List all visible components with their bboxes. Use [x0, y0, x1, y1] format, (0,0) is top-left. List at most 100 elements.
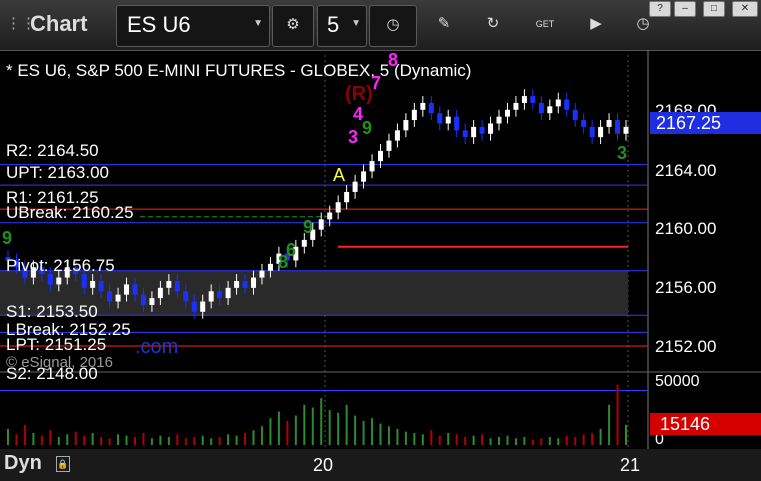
level-label: R2: 2164.50: [6, 141, 99, 160]
candle-body: [98, 280, 104, 292]
candle-body: [191, 301, 197, 312]
candle-body: [225, 287, 231, 299]
interval-selector[interactable]: 5 ▼: [317, 5, 367, 47]
seq-label-magenta: 8: [388, 50, 399, 70]
candle-body: [504, 109, 510, 117]
candle-body: [157, 287, 163, 299]
window-title: Chart: [30, 11, 88, 36]
watermark: © eSignal, 2016: [6, 354, 113, 371]
candle-body: [513, 102, 519, 110]
candle-body: [107, 291, 113, 302]
candle-body: [267, 263, 273, 271]
candle-body: [318, 219, 324, 230]
candle-body: [242, 280, 248, 288]
candle-body: [445, 116, 451, 124]
last-price-marker: 2167.25: [650, 112, 761, 134]
close-button[interactable]: ✕: [732, 1, 758, 17]
candle-body: [81, 274, 87, 288]
clock-icon: ◷: [386, 16, 400, 33]
candle-body: [149, 298, 155, 305]
candle-body: [530, 96, 536, 103]
seq-label-green: 3: [617, 143, 628, 163]
clock-icon[interactable]: ◷: [633, 14, 653, 34]
symbol-selector[interactable]: ES U6 ▼: [116, 5, 270, 47]
candle-body: [47, 274, 53, 285]
candle-body: [615, 120, 621, 134]
candle-body: [521, 96, 527, 103]
candle-body: [538, 102, 544, 114]
candle-body: [259, 270, 265, 278]
candle-body: [471, 126, 477, 138]
seq-label-magenta: 3: [348, 127, 359, 147]
candle-body: [488, 123, 494, 134]
candle-body: [606, 120, 612, 127]
candle-body: [623, 126, 629, 134]
candle-body: [428, 102, 434, 114]
interval-value: 5: [327, 12, 340, 37]
candle-body: [411, 109, 417, 121]
seq-label-green: 9: [303, 217, 314, 237]
grip-icon[interactable]: ⋮⋮: [6, 14, 36, 34]
interval-settings-button[interactable]: ◷: [369, 5, 417, 47]
chevron-down-icon: ▼: [351, 18, 361, 29]
help-button[interactable]: ?: [649, 1, 671, 17]
candle-body: [479, 126, 485, 134]
candle-body: [403, 120, 409, 131]
candle-body: [200, 301, 206, 312]
candle-body: [174, 280, 180, 292]
lock-icon[interactable]: 🔒: [56, 456, 70, 472]
candle-body: [496, 116, 502, 124]
candle-body: [132, 284, 138, 295]
candle-body: [555, 99, 561, 107]
candle-body: [183, 291, 189, 302]
candle-body: [589, 126, 595, 138]
candle-body: [217, 291, 223, 299]
candle-body: [208, 291, 214, 302]
candle-body: [166, 280, 172, 288]
price-axis-tick: 2156.00: [655, 278, 717, 297]
play-icon[interactable]: ▶: [586, 14, 606, 34]
level-label: UBreak: 2160.25: [6, 203, 134, 222]
symbol-value: ES U6: [127, 12, 191, 37]
seq-label-green: 8: [278, 252, 289, 272]
pencil-icon[interactable]: ✎: [434, 14, 454, 34]
candle-body: [462, 130, 468, 138]
maximize-button[interactable]: □: [703, 1, 725, 17]
candle-body: [437, 113, 443, 124]
candle-body: [327, 212, 333, 220]
dynamic-mode-label[interactable]: Dyn: [4, 452, 42, 475]
candle-body: [361, 171, 367, 182]
candle-body: [394, 130, 400, 141]
candle-body: [124, 284, 130, 295]
seq-label-green: 9: [2, 228, 13, 248]
get-icon[interactable]: GET: [535, 14, 555, 34]
candle-body: [581, 120, 587, 127]
candle-body: [386, 140, 392, 151]
price-axis-tick: 2160.00: [655, 219, 717, 238]
date-axis-tick: 21: [620, 455, 641, 475]
candle-body: [454, 116, 460, 131]
chart-header: * ES U6, S&P 500 E-MINI FUTURES - GLOBEX…: [6, 61, 472, 80]
candle-body: [234, 280, 240, 288]
level-label: Pivot: 2156.75: [6, 256, 115, 275]
date-axis-tick: 20: [313, 455, 334, 475]
candle-body: [90, 280, 96, 288]
candle-body: [115, 294, 121, 302]
chevron-down-icon: ▼: [253, 18, 263, 29]
level-label: LPT: 2151.25: [6, 335, 107, 354]
refresh-icon[interactable]: ↻: [483, 14, 503, 34]
candle-body: [598, 126, 604, 138]
volume-axis-tick: 50000: [655, 373, 700, 390]
candle-body: [564, 99, 570, 110]
candle-body: [344, 191, 350, 203]
candle-body: [335, 202, 341, 213]
symbol-settings-button[interactable]: ⚙: [272, 5, 314, 47]
candle-body: [352, 181, 358, 192]
candle-body: [56, 277, 62, 285]
candle-body: [140, 294, 146, 305]
minimize-button[interactable]: –: [674, 1, 696, 17]
volume-last-marker: 15146: [650, 413, 761, 435]
gear-icon: ⚙: [286, 16, 300, 33]
price-axis-tick: 2164.00: [655, 161, 717, 180]
watermark-com: .com: [135, 336, 179, 358]
